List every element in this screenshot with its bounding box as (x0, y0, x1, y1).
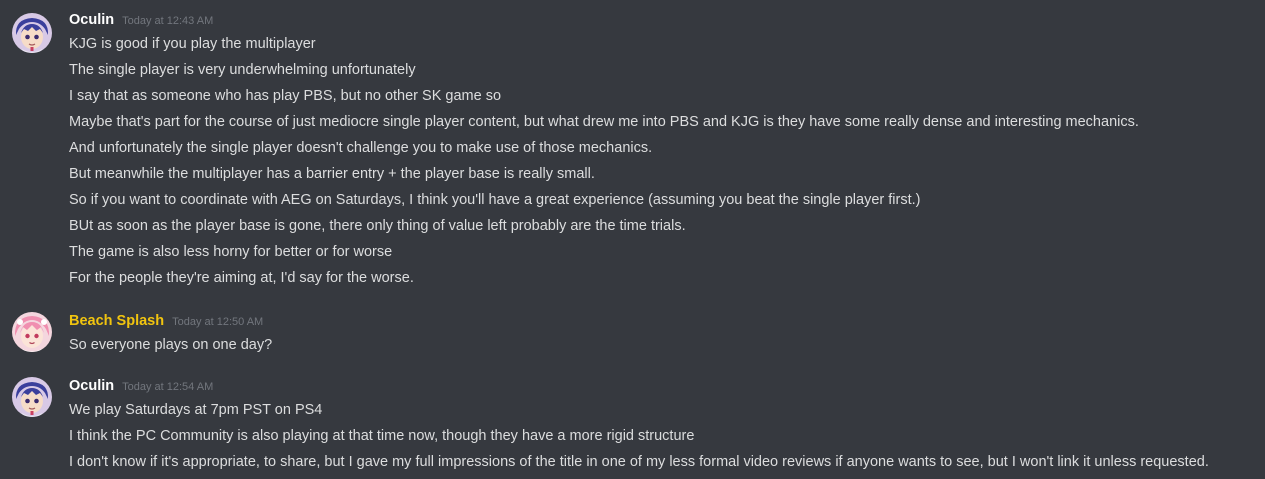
message-header: Beach Splash Today at 12:50 AM (69, 310, 263, 332)
message-line: I think the PC Community is also playing… (69, 428, 695, 444)
beach-splash-avatar[interactable] (12, 312, 52, 352)
message-content: So everyone plays on one day? (69, 332, 272, 358)
message-timestamp: Today at 12:54 AM (122, 381, 214, 393)
message-line: And unfortunately the single player does… (69, 140, 653, 156)
message-timestamp: Today at 12:43 AM (122, 15, 214, 27)
username[interactable]: Beach Splash (69, 310, 164, 332)
message-content: KJG is good if you play the multiplayer … (69, 31, 1139, 291)
message-line: KJG is good if you play the multiplayer (69, 36, 316, 52)
message-content: We play Saturdays at 7pm PST on PS4 I th… (69, 397, 1209, 475)
message-line: The single player is very underwhelming … (69, 62, 416, 78)
avatar-image (12, 377, 52, 417)
oculin-avatar[interactable] (12, 13, 52, 53)
message-line: We play Saturdays at 7pm PST on PS4 (69, 402, 323, 418)
message-line: Maybe that's part for the course of just… (69, 114, 1139, 130)
avatar-image (12, 312, 52, 352)
message-line: I don't know if it's appropriate, to sha… (69, 454, 1209, 470)
avatar-image (12, 13, 52, 53)
message-line: The game is also less horny for better o… (69, 244, 393, 260)
message-line: So if you want to coordinate with AEG on… (69, 192, 921, 208)
message-line: But meanwhile the multiplayer has a barr… (69, 166, 595, 182)
oculin-avatar[interactable] (12, 377, 52, 417)
message-line: So everyone plays on one day? (69, 337, 273, 353)
message-header: Oculin Today at 12:54 AM (69, 375, 213, 397)
message-line: BUt as soon as the player base is gone, … (69, 218, 686, 234)
message-line: For the people they're aiming at, I'd sa… (69, 270, 414, 286)
message-line: I say that as someone who has play PBS, … (69, 88, 502, 104)
username[interactable]: Oculin (69, 375, 114, 397)
username[interactable]: Oculin (69, 9, 114, 31)
message-timestamp: Today at 12:50 AM (172, 316, 264, 328)
message-header: Oculin Today at 12:43 AM (69, 9, 213, 31)
